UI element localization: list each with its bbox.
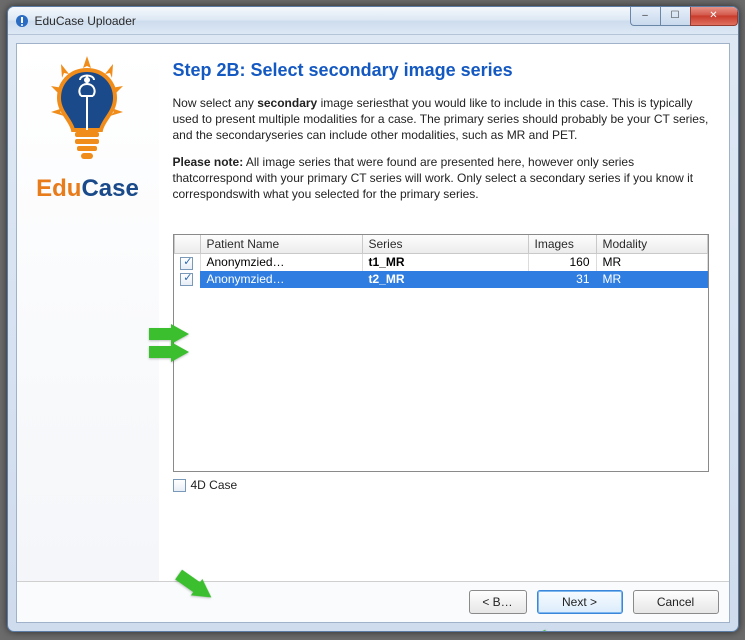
cancel-button[interactable]: Cancel	[633, 590, 719, 614]
wizard-button-bar: < B… Next > Cancel	[17, 581, 729, 622]
back-button[interactable]: < B…	[469, 590, 527, 614]
col-checkbox[interactable]	[174, 235, 200, 254]
fourd-label: 4D Case	[191, 478, 238, 492]
note-paragraph: Please note: All image series that were …	[173, 154, 709, 203]
row-checkbox[interactable]	[180, 273, 193, 286]
bulb-icon	[47, 56, 127, 166]
cell-images: 160	[528, 254, 596, 271]
col-images[interactable]: Images	[528, 235, 596, 254]
maximize-button[interactable]: ☐	[660, 6, 690, 26]
wizard-body: Step 2B: Select secondary image series N…	[159, 44, 729, 581]
cell-patient: Anonymzied…	[200, 271, 362, 288]
pointer-arrow-icon	[514, 624, 553, 632]
table-row[interactable]: Anonymzied… t1_MR 160 MR	[174, 254, 707, 271]
application-window: EduCase Uploader – ☐ ✕	[7, 6, 739, 632]
cell-images: 31	[528, 271, 596, 288]
col-modality[interactable]: Modality	[596, 235, 707, 254]
text: All image series that were found are pre…	[173, 155, 694, 201]
logo: EduCase	[36, 56, 139, 203]
app-icon	[14, 13, 30, 29]
logo-text-edu: Edu	[36, 175, 81, 202]
col-series[interactable]: Series	[362, 235, 528, 254]
cell-modality: MR	[596, 271, 707, 288]
series-table[interactable]: Patient Name Series Images Modality	[173, 234, 709, 472]
intro-paragraph: Now select any secondary image seriestha…	[173, 95, 709, 144]
cell-series: t2_MR	[362, 271, 528, 288]
fourd-case-option[interactable]: 4D Case	[173, 478, 709, 492]
cell-patient: Anonymzied…	[200, 254, 362, 271]
next-button[interactable]: Next >	[537, 590, 623, 614]
fourd-checkbox[interactable]	[173, 479, 186, 492]
close-button[interactable]: ✕	[690, 6, 738, 26]
wizard-frame: EduCase Step 2B: Select secondary image …	[16, 43, 730, 623]
window-controls: – ☐ ✕	[630, 6, 738, 26]
row-checkbox[interactable]	[180, 257, 193, 270]
cell-modality: MR	[596, 254, 707, 271]
minimize-button[interactable]: –	[630, 6, 660, 26]
cell-series: t1_MR	[362, 254, 528, 271]
text-bold: Please note:	[173, 155, 244, 169]
logo-text-case: Case	[81, 175, 138, 202]
step-title: Step 2B: Select secondary image series	[173, 60, 709, 81]
table-row-selected[interactable]: Anonymzied… t2_MR 31 MR	[174, 271, 707, 288]
title-bar[interactable]: EduCase Uploader – ☐ ✕	[8, 7, 738, 35]
col-patient-name[interactable]: Patient Name	[200, 235, 362, 254]
sidebar: EduCase	[17, 44, 159, 581]
text-bold: secondary	[257, 96, 317, 110]
text: Now select any	[173, 96, 258, 110]
